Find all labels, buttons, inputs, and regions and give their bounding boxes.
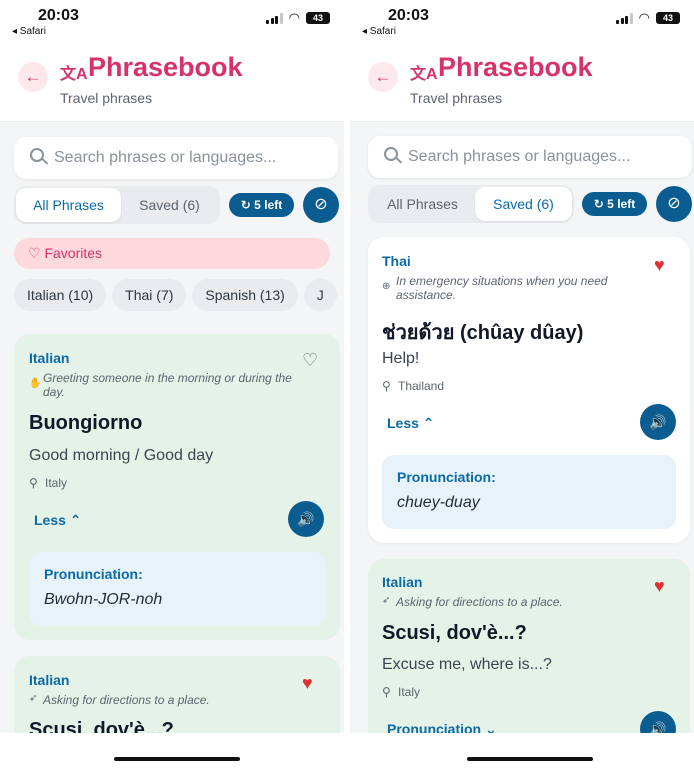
card-translation: Help! [382, 350, 420, 367]
card-country: Thailand [398, 379, 445, 393]
page-subtitle: Travel phrases [410, 90, 503, 106]
back-to-safari[interactable]: ◂ Safari [12, 26, 46, 37]
hand-icon: ✋ [29, 378, 42, 389]
home-indicator[interactable] [467, 757, 593, 761]
left-screen: 20:03 ◂ Safari ◠ 43 ← 文A Phrasebook Trav… [0, 0, 344, 769]
chip-italian[interactable]: Italian (10) [14, 279, 107, 311]
heart-outline-icon[interactable]: ♡ [302, 350, 318, 371]
compass-icon: ⊘ [667, 195, 681, 212]
status-time: 20:03 [388, 7, 429, 24]
heart-filled-icon[interactable]: ♥ [654, 576, 665, 597]
battery-icon: 43 [656, 12, 680, 24]
navigation-icon: ➶ [382, 595, 391, 606]
signal-icon [266, 12, 283, 24]
less-toggle[interactable]: Less ⌃ [34, 512, 82, 529]
status-time: 20:03 [38, 7, 79, 24]
page-title: Phrasebook [438, 52, 593, 82]
speaker-icon: 🔊 [297, 511, 315, 527]
chip-spanish[interactable]: Spanish (13) [192, 279, 298, 311]
card-context: Asking for directions to a place. [396, 595, 563, 609]
compass-button[interactable]: ⊘ [656, 186, 692, 222]
tab-bar: All Phrases Saved (6) [14, 186, 220, 224]
language-chips: Italian (10) Thai (7) Spanish (13) J [14, 279, 344, 311]
tab-all-phrases[interactable]: All Phrases [16, 188, 121, 222]
search-icon [384, 147, 398, 161]
navigation-icon: ➶ [29, 693, 38, 704]
app-header: ← 文A Phrasebook Travel phrases [350, 40, 694, 122]
card-language: Italian [29, 350, 70, 366]
page-title: Phrasebook [88, 52, 243, 82]
page-subtitle: Travel phrases [60, 90, 153, 106]
signal-icon [616, 12, 633, 24]
tab-saved[interactable]: Saved (6) [121, 188, 218, 222]
pronunciation-box: Pronunciation: Bwohn-JOR-noh [29, 552, 325, 626]
card-phrase: Scusi, dov'è...? [382, 622, 527, 644]
location-pin-icon: ⚲ [382, 685, 391, 699]
speaker-button[interactable]: 🔊 [640, 404, 676, 440]
wifi-icon: ◠ [288, 10, 300, 25]
card-context: In emergency situations when you need as… [396, 274, 608, 302]
status-bar: 20:03 ◂ Safari ◠ 43 [0, 0, 344, 40]
app-header: ← 文A Phrasebook Travel phrases [0, 40, 344, 122]
card-language: Thai [382, 253, 411, 269]
less-toggle[interactable]: Less ⌃ [387, 415, 435, 432]
search-input[interactable]: Search phrases or languages... [14, 137, 338, 179]
phrase-card[interactable]: Thai ♥ ⊕ In emergency situations when yo… [368, 237, 690, 543]
search-icon [30, 148, 44, 162]
first-aid-icon: ⊕ [382, 281, 391, 292]
card-translation: Excuse me, where is...? [382, 656, 552, 673]
heart-filled-icon[interactable]: ♥ [654, 255, 665, 276]
back-button[interactable]: ← [368, 62, 398, 92]
card-language: Italian [29, 672, 70, 688]
phrase-card[interactable]: Italian ♡ ✋ Greeting someone in the morn… [14, 334, 340, 640]
back-to-safari[interactable]: ◂ Safari [362, 26, 396, 37]
home-indicator[interactable] [114, 757, 240, 761]
speaker-icon: 🔊 [649, 414, 667, 430]
battery-icon: 43 [306, 12, 330, 24]
remaining-badge[interactable]: ↻ 5 left [582, 192, 647, 216]
card-phrase: Buongiorno [29, 412, 143, 434]
heart-filled-icon[interactable]: ♥ [302, 673, 313, 694]
search-input[interactable]: Search phrases or languages... [368, 136, 692, 178]
compass-icon: ⊘ [314, 196, 328, 213]
speaker-button[interactable]: 🔊 [288, 501, 324, 537]
tab-bar: All Phrases Saved (6) [368, 185, 574, 223]
card-translation: Good morning / Good day [29, 447, 214, 464]
favorites-filter[interactable]: ♡ Favorites [14, 238, 330, 269]
pronunciation-box: Pronunciation: chuey-duay [382, 455, 676, 529]
remaining-badge[interactable]: ↻ 5 left [229, 193, 294, 217]
translate-icon: 文A [60, 66, 88, 83]
translate-icon: 文A [410, 66, 438, 83]
location-pin-icon: ⚲ [382, 379, 391, 393]
pronunciation-value: chuey-duay [397, 494, 480, 511]
compass-button[interactable]: ⊘ [303, 187, 339, 223]
tab-saved[interactable]: Saved (6) [475, 187, 572, 221]
card-country: Italy [398, 685, 421, 699]
pronunciation-label: Pronunciation: [397, 469, 496, 485]
status-bar: 20:03 ◂ Safari ◠ 43 [350, 0, 694, 40]
back-button[interactable]: ← [18, 62, 48, 92]
card-context: Asking for directions to a place. [43, 693, 210, 707]
card-language: Italian [382, 574, 423, 590]
card-phrase: ช่วยด้วย (chûay dûay) [382, 322, 584, 344]
card-context: Greeting someone in the morning or durin… [43, 371, 292, 399]
search-placeholder: Search phrases or languages... [54, 149, 277, 166]
chip-thai[interactable]: Thai (7) [112, 279, 187, 311]
wifi-icon: ◠ [638, 10, 650, 25]
card-country: Italy [45, 476, 68, 490]
chip-more[interactable]: J [303, 279, 337, 311]
location-pin-icon: ⚲ [29, 476, 38, 490]
tab-all-phrases[interactable]: All Phrases [370, 187, 475, 221]
search-placeholder: Search phrases or languages... [408, 148, 631, 165]
pronunciation-value: Bwohn-JOR-noh [44, 591, 163, 608]
pronunciation-label: Pronunciation: [44, 566, 143, 582]
right-screen: 20:03 ◂ Safari ◠ 43 ← 文A Phrasebook Trav… [350, 0, 694, 769]
